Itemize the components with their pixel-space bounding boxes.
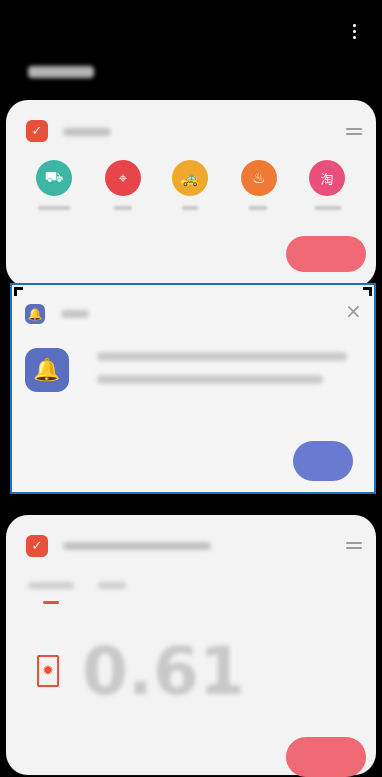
notification-card: 🔔 × 🔔 [10, 283, 376, 494]
app-badge-icon: ✓ [26, 120, 48, 142]
header-title [28, 66, 94, 78]
app-label-map [114, 206, 132, 210]
bell-large-icon: 🔔 [25, 348, 69, 392]
notification-title [61, 310, 89, 318]
shopping-icon[interactable]: 淘 [309, 160, 345, 196]
notification-text-line-1 [97, 352, 347, 361]
tab-details[interactable] [98, 582, 126, 589]
value-unit [211, 684, 231, 690]
app-label-taxi [182, 206, 198, 210]
daily-check-card: ✓ ✹ 0.61 [6, 515, 376, 777]
location-pin-icon[interactable]: ⌖ [105, 160, 141, 196]
quick-tools-card: ✓ ⛟ ⌖ 🚕 ♨ 淘 [6, 100, 376, 287]
bowl-icon[interactable]: ♨ [241, 160, 277, 196]
app-label-food [249, 206, 267, 210]
tab-dashboard[interactable] [28, 582, 74, 589]
more-vert-icon[interactable] [350, 24, 358, 40]
value-text: 0.61 [82, 633, 245, 710]
truck-icon[interactable]: ⛟ [36, 160, 72, 196]
card-title [63, 128, 111, 136]
allow-button[interactable] [293, 441, 353, 481]
app-label-shop [315, 206, 341, 210]
open-button[interactable] [286, 236, 366, 272]
drag-handle-icon[interactable] [346, 128, 362, 136]
sun-icon: ✹ [37, 655, 59, 687]
open-button-2[interactable] [286, 737, 366, 777]
notification-text-line-2 [97, 375, 323, 384]
taxi-icon[interactable]: 🚕 [172, 160, 208, 196]
close-icon[interactable]: × [345, 299, 362, 323]
tab-indicator [43, 601, 59, 604]
app-label-delivery [38, 206, 70, 210]
app-badge-icon: ✓ [26, 535, 48, 557]
bell-small-icon: 🔔 [25, 304, 45, 324]
drag-handle-icon[interactable] [346, 542, 362, 550]
card2-title [63, 542, 211, 550]
